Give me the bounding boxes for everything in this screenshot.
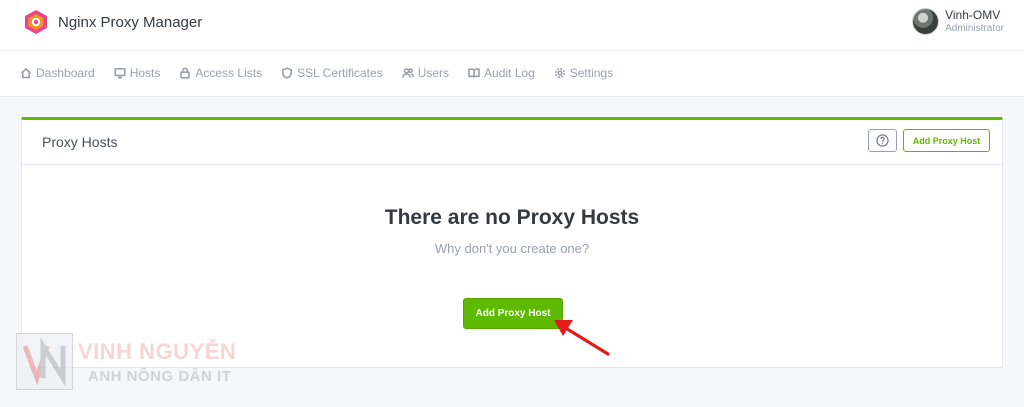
avatar[interactable] <box>912 8 940 35</box>
nav-item-ssl-certificates[interactable]: SSL Certificates <box>281 66 383 80</box>
brand[interactable]: Nginx Proxy Manager <box>24 9 202 35</box>
nav-item-audit-log[interactable]: Audit Log <box>468 66 535 80</box>
nav-item-label: Audit Log <box>484 66 535 80</box>
lock-icon <box>180 67 191 79</box>
proxy-hosts-card: Proxy Hosts Add Proxy Host There are no … <box>21 117 1003 368</box>
empty-state-title: There are no Proxy Hosts <box>384 206 640 229</box>
user-menu[interactable]: Vinh-OMV Administrator <box>912 8 1004 35</box>
nav-item-access-lists[interactable]: Access Lists <box>179 66 262 80</box>
nav-item-dashboard[interactable]: Dashboard <box>20 66 95 80</box>
card-title: Proxy Hosts <box>42 134 118 150</box>
nav-bar: Dashboard Hosts Access Lists SSL Certifi… <box>0 51 1024 97</box>
app-name: Nginx Proxy Manager <box>58 13 203 31</box>
user-name: Vinh-OMV <box>945 8 1001 23</box>
nav-item-label: Settings <box>569 66 614 80</box>
user-role: Administrator <box>945 22 1004 34</box>
home-icon <box>20 67 32 79</box>
top-bar: Nginx Proxy Manager Vinh-OMV Administrat… <box>0 0 1024 51</box>
watermark-line1: VINH NGUYỄN <box>78 339 237 364</box>
book-icon <box>468 68 480 78</box>
nav-item-label: Users <box>417 66 450 80</box>
watermark-line2: ANH NÔNG DÂN IT <box>88 368 232 385</box>
vn-logo-icon <box>22 337 66 387</box>
nav-item-users[interactable]: Users <box>401 66 450 80</box>
watermark: VINH NGUYỄN ANH NÔNG DÂN IT <box>16 333 256 391</box>
help-button[interactable] <box>868 129 897 152</box>
users-icon <box>401 68 414 78</box>
shield-icon <box>282 67 293 79</box>
header-add-proxy-host-button[interactable]: Add Proxy Host <box>903 129 990 152</box>
nav-item-hosts[interactable]: Hosts <box>114 66 161 80</box>
question-circle-icon <box>876 134 889 147</box>
nav-item-label: SSL Certificates <box>297 66 383 80</box>
nav-item-label: Access Lists <box>195 66 263 80</box>
nav-item-settings[interactable]: Settings <box>554 66 613 80</box>
add-proxy-host-button[interactable]: Add Proxy Host <box>463 298 563 329</box>
watermark-logo <box>16 333 73 390</box>
nginx-proxy-manager-logo-icon <box>25 10 47 34</box>
red-arrow-annotation <box>554 320 610 356</box>
nav-item-label: Dashboard <box>36 66 95 80</box>
gear-icon <box>554 68 565 78</box>
card-header: Proxy Hosts Add Proxy Host <box>22 120 1002 165</box>
nav-item-label: Hosts <box>129 66 161 80</box>
monitor-icon <box>114 67 126 79</box>
empty-state-subtitle: Why don't you create one? <box>434 241 590 256</box>
